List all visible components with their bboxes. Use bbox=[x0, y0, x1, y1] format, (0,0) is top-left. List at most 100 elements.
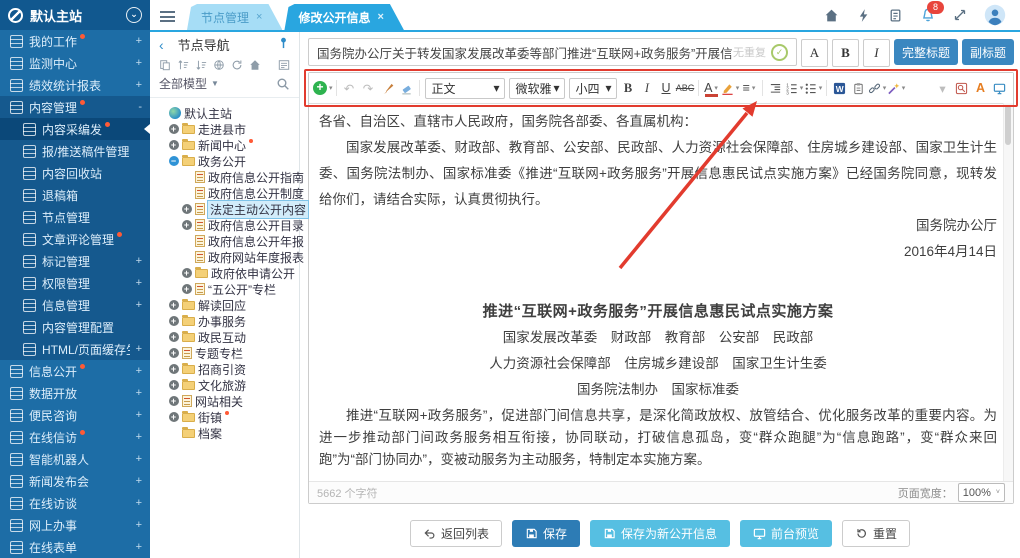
bold-icon[interactable]: B bbox=[619, 77, 638, 99]
title-bold-button[interactable]: B bbox=[832, 39, 859, 67]
expand-icon[interactable]: - bbox=[138, 101, 142, 113]
italic-icon[interactable]: I bbox=[638, 77, 657, 99]
ordered-list-icon[interactable]: 123▾ bbox=[785, 77, 804, 99]
expand-icon[interactable]: + bbox=[136, 519, 142, 531]
expand-icon[interactable]: + bbox=[136, 541, 142, 553]
tree-item[interactable]: +“五公开”专栏 bbox=[155, 281, 297, 297]
sidebar-item[interactable]: 网上办事+ bbox=[0, 514, 150, 536]
draft-box-icon[interactable] bbox=[888, 8, 903, 23]
expand-icon[interactable]: + bbox=[169, 316, 179, 326]
sidebar-item[interactable]: 新闻发布会+ bbox=[0, 470, 150, 492]
expand-icon[interactable]: + bbox=[169, 396, 179, 406]
redo-icon[interactable]: ↷ bbox=[359, 77, 378, 99]
home-icon[interactable] bbox=[249, 59, 261, 71]
expand-icon[interactable]: + bbox=[136, 79, 142, 91]
home-icon[interactable] bbox=[824, 8, 839, 23]
sidebar-item[interactable]: 智能机器人+ bbox=[0, 448, 150, 470]
sidebar-item[interactable]: 信息公开+ bbox=[0, 360, 150, 382]
highlight-color-icon[interactable]: ▾ bbox=[721, 77, 740, 99]
action-button[interactable]: 返回列表 bbox=[410, 520, 502, 547]
tab-node-manage[interactable]: 节点管理 × bbox=[187, 4, 282, 30]
tab-edit-public-info[interactable]: 修改公开信息 × bbox=[284, 4, 403, 30]
toolbar-more-icon[interactable]: ▾ bbox=[933, 77, 952, 99]
expand-icon[interactable]: + bbox=[169, 364, 179, 374]
expand-icon[interactable]: + bbox=[169, 140, 179, 150]
undo-icon[interactable]: ↶ bbox=[340, 77, 359, 99]
find-replace-icon[interactable] bbox=[952, 77, 971, 99]
user-avatar[interactable] bbox=[984, 4, 1006, 26]
paste-from-word-icon[interactable]: W bbox=[830, 77, 849, 99]
notification-bell-icon[interactable]: 8 bbox=[920, 7, 936, 23]
strikethrough-icon[interactable]: ABC bbox=[676, 77, 695, 99]
globe-icon[interactable] bbox=[213, 59, 225, 71]
sidebar-item[interactable]: 我的工作+ bbox=[0, 30, 150, 52]
sidebar-item[interactable]: 数据开放+ bbox=[0, 382, 150, 404]
sortup-icon[interactable] bbox=[177, 59, 189, 71]
listpanel-icon[interactable] bbox=[278, 59, 290, 71]
tree-item[interactable]: +街镇 bbox=[155, 409, 297, 425]
close-icon[interactable]: × bbox=[256, 11, 262, 23]
expand-icon[interactable]: + bbox=[182, 268, 192, 278]
tree-item[interactable]: +解读回应 bbox=[155, 297, 297, 313]
tree-item[interactable]: +网站相关 bbox=[155, 393, 297, 409]
expand-icon[interactable]: + bbox=[136, 277, 142, 289]
action-button[interactable]: 重置 bbox=[842, 520, 910, 547]
format-magic-icon[interactable]: ▾ bbox=[887, 77, 906, 99]
page-width-select[interactable]: 100% ˅ bbox=[958, 483, 1005, 502]
tree-item[interactable]: +政府依申请公开 bbox=[155, 265, 297, 281]
action-button[interactable]: 前台预览 bbox=[740, 520, 832, 547]
indent-icon[interactable] bbox=[766, 77, 785, 99]
title-italic-button[interactable]: I bbox=[863, 39, 890, 67]
format-painter-icon[interactable] bbox=[378, 77, 397, 99]
close-icon[interactable]: × bbox=[377, 11, 383, 23]
clear-format-icon[interactable] bbox=[397, 77, 416, 99]
content-scrollbar[interactable] bbox=[1003, 103, 1013, 481]
refresh-icon[interactable] bbox=[231, 59, 243, 71]
underline-icon[interactable]: U bbox=[657, 77, 676, 99]
collapse-panel-icon[interactable]: ‹ bbox=[159, 37, 164, 53]
sidebar-item[interactable]: 在线信访+ bbox=[0, 426, 150, 448]
expand-icon[interactable]: + bbox=[169, 380, 179, 390]
chevron-down-icon[interactable]: ⌄ bbox=[126, 7, 142, 23]
search-icon[interactable] bbox=[276, 77, 290, 91]
expand-icon[interactable]: + bbox=[169, 124, 179, 134]
sidebar-item[interactable]: 监测中心+ bbox=[0, 52, 150, 74]
tree-item[interactable]: +走进县市 bbox=[155, 121, 297, 137]
tree-item[interactable]: +文化旅游 bbox=[155, 377, 297, 393]
save-button[interactable]: 保存 bbox=[512, 520, 580, 547]
insert-object-icon[interactable]: +▾ bbox=[313, 77, 333, 99]
tree-item[interactable]: +政民互动 bbox=[155, 329, 297, 345]
quick-action-icon[interactable] bbox=[856, 8, 871, 23]
sidebar-item[interactable]: HTML/页面缓存生成+ bbox=[0, 338, 150, 360]
sidebar-item[interactable]: 文章评论管理 bbox=[0, 228, 150, 250]
tree-item[interactable]: 政府信息公开年报 bbox=[155, 233, 297, 249]
font-color-icon[interactable]: A▾ bbox=[702, 77, 721, 99]
expand-icon[interactable]: + bbox=[136, 387, 142, 399]
subtitle-button[interactable]: 副标题 bbox=[962, 39, 1014, 65]
scrollbar-thumb[interactable] bbox=[1005, 105, 1011, 145]
document-body[interactable]: 各省、自治区、直辖市人民政府，国务院各部委、各直属机构： 国家发展改革委、财政部… bbox=[309, 103, 1003, 481]
expand-icon[interactable]: + bbox=[182, 284, 192, 294]
unordered-list-icon[interactable]: ▾ bbox=[804, 77, 823, 99]
sidebar-item[interactable]: 节点管理 bbox=[0, 206, 150, 228]
expand-icon[interactable]: + bbox=[182, 204, 192, 214]
title-font-button[interactable]: A bbox=[801, 39, 828, 67]
tree-item[interactable]: 政府信息公开制度 bbox=[155, 185, 297, 201]
expand-icon[interactable]: + bbox=[169, 412, 179, 422]
expand-icon[interactable]: + bbox=[182, 220, 192, 230]
line-height-icon[interactable]: ≡▾ bbox=[740, 77, 759, 99]
sidebar-item[interactable]: 绩效统计报表+ bbox=[0, 74, 150, 96]
tree-item[interactable]: 政府信息公开指南 bbox=[155, 169, 297, 185]
expand-icon[interactable]: + bbox=[136, 431, 142, 443]
tree-item[interactable]: +办事服务 bbox=[155, 313, 297, 329]
font-size-select[interactable]: 小四▾ bbox=[569, 78, 617, 99]
paragraph-style-select[interactable]: 正文▾ bbox=[425, 78, 505, 99]
sidebar-item[interactable]: 报/推送稿件管理 bbox=[0, 140, 150, 162]
expand-icon[interactable]: + bbox=[169, 300, 179, 310]
sidebar-item[interactable]: 信息管理+ bbox=[0, 294, 150, 316]
expand-icon[interactable]: + bbox=[169, 332, 179, 342]
expand-icon[interactable]: + bbox=[136, 475, 142, 487]
action-button[interactable]: 保存为新公开信息 bbox=[590, 520, 730, 547]
pushpin-icon[interactable] bbox=[277, 36, 290, 54]
sidebar-item[interactable]: 退稿箱 bbox=[0, 184, 150, 206]
